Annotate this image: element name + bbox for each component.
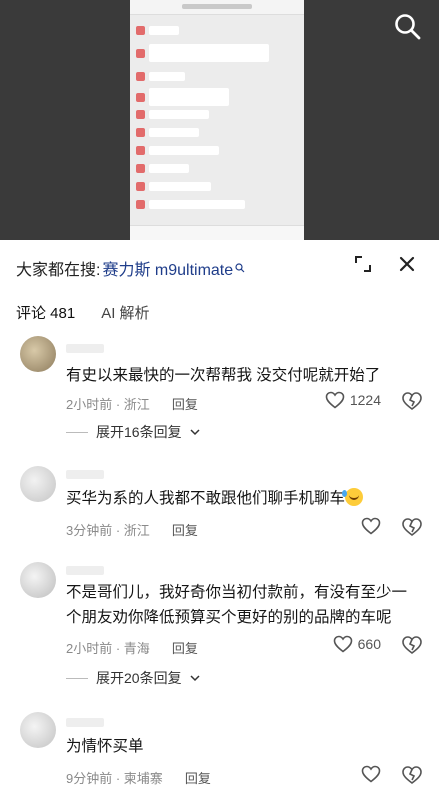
heart-icon [333,635,352,653]
comment-text: 为情怀买单 [66,738,144,755]
like-button[interactable] [361,517,381,535]
avatar[interactable] [20,712,56,748]
avatar[interactable] [20,466,56,502]
username-blurred[interactable] [66,718,104,727]
expand-replies-label: 展开20条回复 [96,670,182,686]
username-blurred[interactable] [66,344,104,353]
comment-time: 9分钟前 [66,771,113,786]
like-count: 660 [357,636,381,652]
comment-meta: 9分钟前 · 柬埔寨 回复 [66,768,211,787]
comment-location: 青海 [123,641,150,656]
dislike-icon[interactable] [401,391,423,411]
laugh-cry-emoji-icon [342,488,364,506]
comment-text: 买华为系的人我都不敢跟他们聊手机聊车 [66,486,406,511]
reply-button[interactable]: 回复 [172,394,198,413]
suggested-search[interactable]: 大家都在搜: 赛力斯 m9ultimate [16,256,245,280]
comment-time: 3分钟前 [66,523,113,538]
chat-header [130,0,304,15]
dislike-icon[interactable] [401,517,423,537]
avatar[interactable] [20,336,56,372]
reply-button[interactable]: 回复 [172,638,198,657]
like-count: 1224 [349,392,381,408]
comment-time: 2小时前 [66,397,113,412]
comment-text: 有史以来最快的一次帮帮我 没交付呢就开始了 [66,367,381,384]
comment-text-body: 买华为系的人我都不敢跟他们聊手机聊车 [66,490,346,507]
like-button[interactable]: 660 [333,635,381,653]
heart-icon [361,765,381,783]
comment-time: 2小时前 [66,641,113,656]
heart-icon [325,391,345,409]
tab-comments[interactable]: 评论 481 [16,302,75,323]
dislike-icon[interactable] [401,635,423,655]
comment-meta: 2小时前 · 青海 回复 [66,638,198,657]
avatar[interactable] [20,562,56,598]
comment-meta: 3分钟前 · 浙江 回复 [66,520,198,539]
search-keyword-link[interactable]: 赛力斯 m9ultimate [102,256,233,280]
comment-text: 不是哥们儿，我好奇你当初付款前，有没有至少一个朋友劝你降低预算买个更好的别的品牌… [66,584,408,626]
collapse-icon[interactable] [347,248,379,280]
chat-screenshot [130,0,304,240]
username-blurred[interactable] [66,566,104,575]
dislike-icon[interactable] [401,765,423,785]
comment-location: 浙江 [123,397,150,412]
expand-replies-button[interactable]: 展开16条回复 [66,422,200,442]
comment-meta: 2小时前 · 浙江 回复 [66,394,198,413]
reply-button[interactable]: 回复 [185,768,211,787]
chat-input-bar [130,225,304,240]
like-button[interactable]: 1224 [325,391,381,409]
like-button[interactable] [361,765,381,783]
tab-ai-analysis[interactable]: AI 解析 [101,302,149,323]
comment-location: 柬埔寨 [123,771,163,786]
heart-icon [361,517,381,535]
expand-replies-label: 展开16条回复 [96,424,182,440]
close-icon[interactable] [391,248,423,280]
chevron-down-icon [190,675,200,682]
search-prefix: 大家都在搜: [16,262,101,279]
small-search-icon [235,263,245,273]
expand-replies-button[interactable]: 展开20条回复 [66,668,200,688]
chevron-down-icon [190,429,200,436]
search-icon[interactable] [393,12,423,42]
username-blurred[interactable] [66,470,104,479]
comment-sheet: 大家都在搜: 赛力斯 m9ultimate 评论 481 AI 解析 有史以来最… [0,240,439,800]
comment-location: 浙江 [123,523,150,538]
comment-tabs: 评论 481 AI 解析 [16,302,150,323]
reply-button[interactable]: 回复 [172,520,198,539]
video-preview[interactable] [0,0,439,240]
